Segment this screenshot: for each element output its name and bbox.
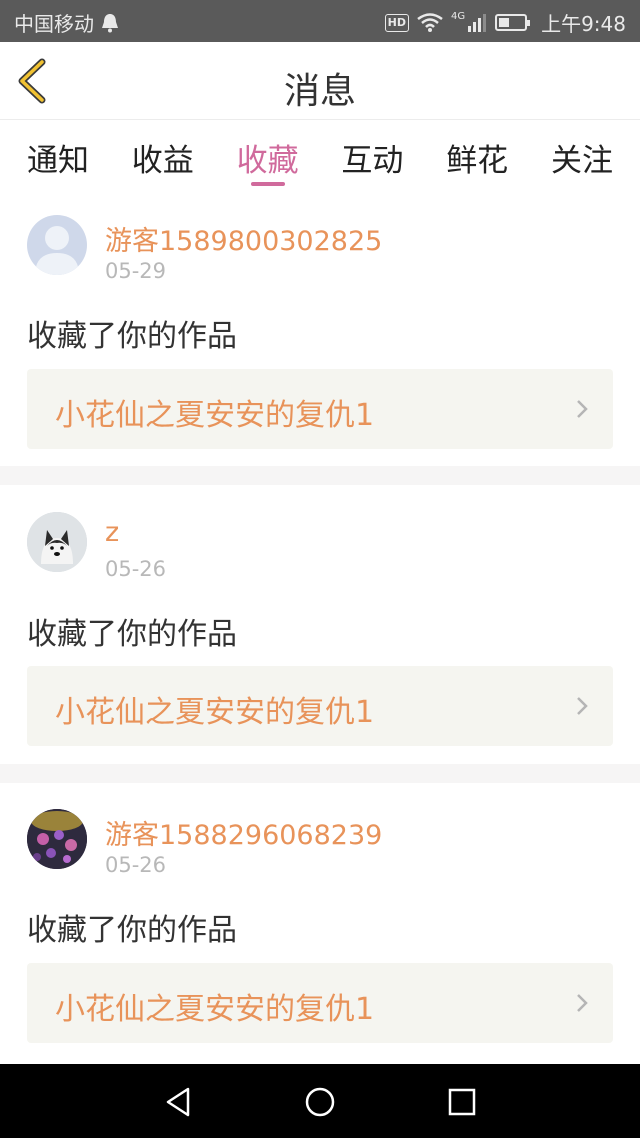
category-tabs: 通知 收益 收藏 互动 鲜花 关注 (0, 121, 640, 197)
tab-following[interactable]: 关注 (551, 121, 613, 197)
card-divider (0, 466, 640, 485)
wifi-icon (417, 12, 443, 32)
message-username[interactable]: 游客1588296068239 (105, 813, 382, 852)
status-left: 中国移动 (14, 8, 120, 37)
status-bar: 中国移动 HD 4G 上午9:48 (0, 0, 640, 42)
work-link[interactable]: 小花仙之夏安安的复仇1 (27, 666, 613, 746)
system-nav-bar (0, 1064, 640, 1138)
message-action-text: 收藏了你的作品 (27, 913, 237, 948)
message-action-text: 收藏了你的作品 (27, 617, 237, 652)
work-title: 小花仙之夏安安的复仇1 (55, 398, 375, 433)
message-date: 05-26 (105, 557, 167, 581)
carrier-label: 中国移动 (14, 12, 94, 36)
flower-photo-icon (27, 809, 87, 869)
message-action-text: 收藏了你的作品 (27, 319, 237, 354)
recents-square-icon[interactable] (444, 1084, 480, 1120)
chevron-right-icon (577, 994, 588, 1012)
message-username[interactable]: 游客1589800302825 (105, 219, 382, 258)
home-circle-icon[interactable] (302, 1084, 338, 1120)
default-avatar[interactable] (27, 215, 87, 275)
user-silhouette-icon (35, 226, 79, 275)
signal-icon (468, 13, 487, 32)
tab-interactions[interactable]: 互动 (341, 121, 403, 197)
card-divider (0, 764, 640, 783)
network-type: 4G (450, 11, 466, 22)
message-card: 游客1588296068239 05-26 收藏了你的作品 小花仙之夏安安的复仇… (0, 783, 640, 1061)
work-link[interactable]: 小花仙之夏安安的复仇1 (27, 369, 613, 449)
back-triangle-icon[interactable] (160, 1084, 196, 1120)
chevron-right-icon (577, 697, 588, 715)
battery-icon (495, 14, 531, 31)
work-title: 小花仙之夏安安的复仇1 (55, 992, 375, 1027)
dog-avatar[interactable] (27, 512, 87, 572)
clock-label: 上午9:48 (541, 12, 626, 36)
status-right: HD 4G 上午9:48 (384, 8, 626, 37)
work-link[interactable]: 小花仙之夏安安的复仇1 (27, 963, 613, 1043)
notification-bell-icon (102, 13, 118, 32)
dog-photo-icon (27, 512, 87, 572)
message-card: z 05-26 收藏了你的作品 小花仙之夏安安的复仇1 (0, 485, 640, 763)
message-date: 05-26 (105, 853, 167, 877)
tab-flowers[interactable]: 鲜花 (446, 121, 508, 197)
page-title: 消息 (283, 71, 356, 112)
flower-avatar[interactable] (27, 809, 87, 869)
chevron-right-icon (577, 400, 588, 418)
tab-earnings[interactable]: 收益 (132, 121, 194, 197)
message-date: 05-29 (105, 259, 167, 283)
app-header: 消息 (0, 42, 640, 120)
message-card: 游客1589800302825 05-29 收藏了你的作品 小花仙之夏安安的复仇… (0, 197, 640, 475)
work-title: 小花仙之夏安安的复仇1 (55, 695, 375, 730)
tab-favorites[interactable]: 收藏 (237, 121, 299, 197)
hd-badge: HD (384, 13, 409, 32)
message-username[interactable]: z (105, 517, 119, 548)
tab-notifications[interactable]: 通知 (27, 121, 89, 197)
